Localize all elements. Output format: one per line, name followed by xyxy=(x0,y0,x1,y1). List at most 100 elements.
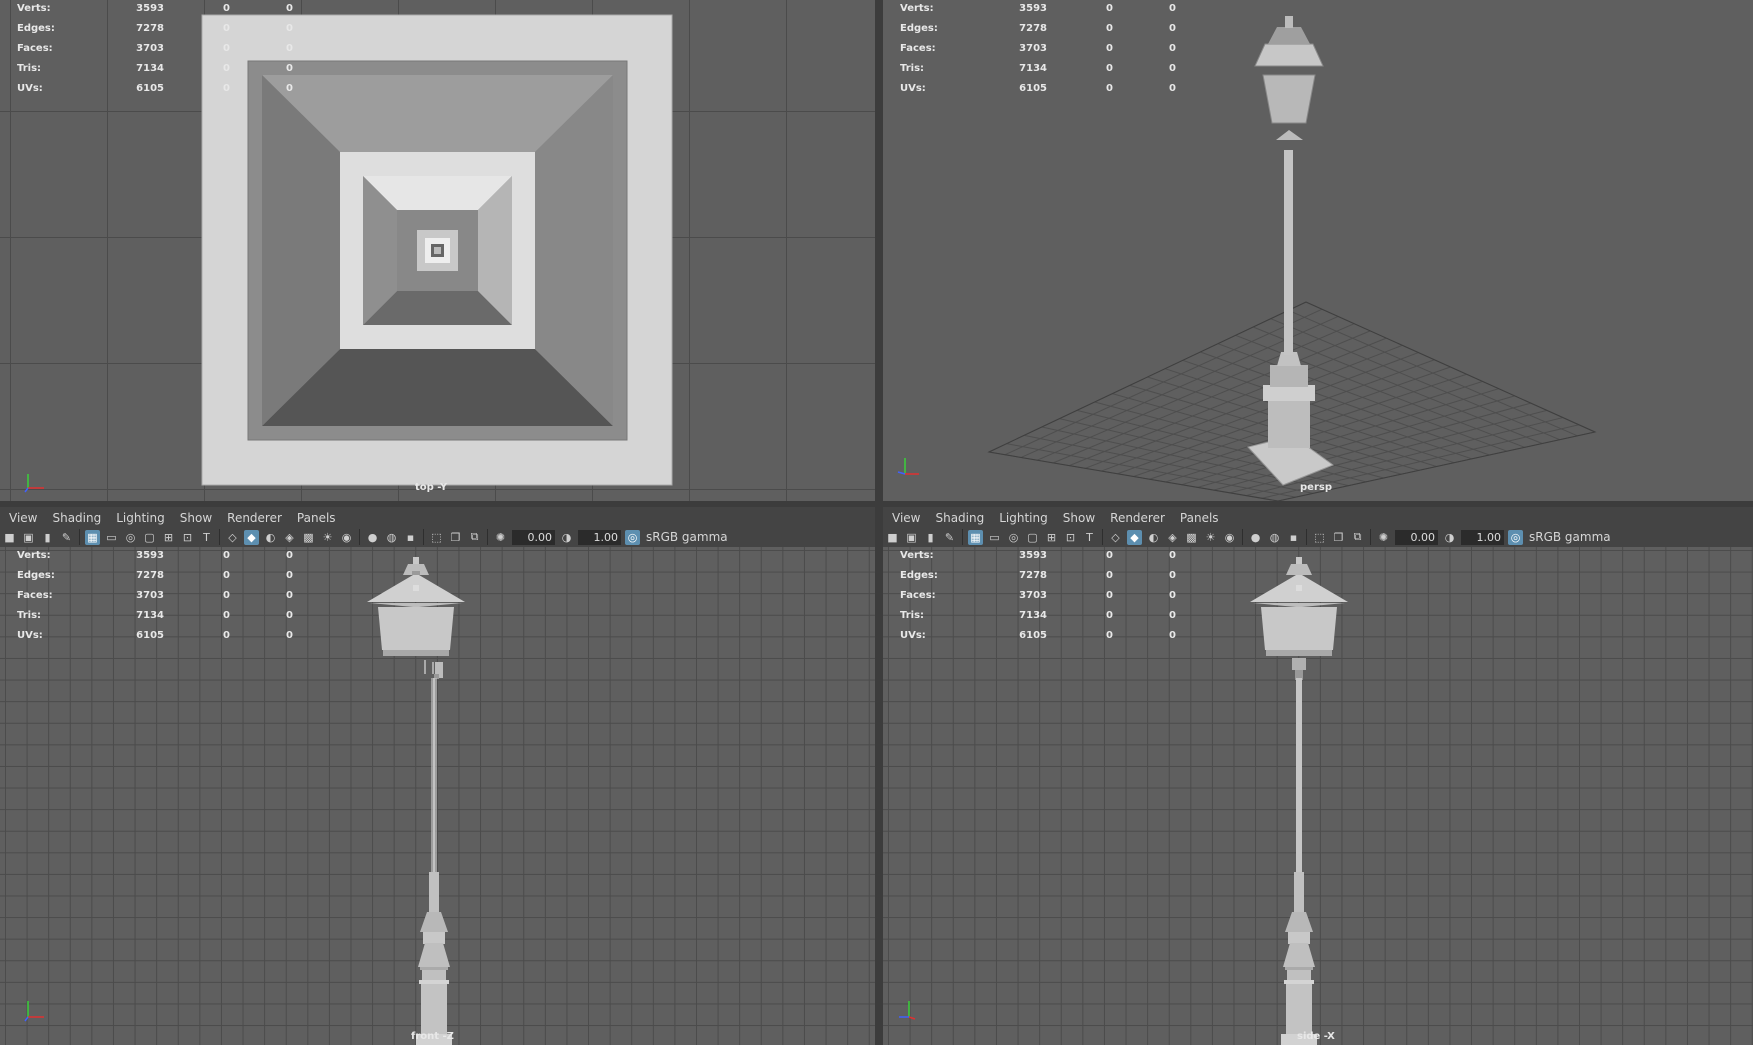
stat-row-edges: Edges: 7278 0 0 xyxy=(17,570,293,581)
stat-row-uvs: UVs: 6105 0 0 xyxy=(17,630,293,641)
menu-view[interactable]: View xyxy=(9,511,37,525)
menu-panels[interactable]: Panels xyxy=(297,511,336,525)
ambient-occlusion-icon[interactable]: ● xyxy=(1248,530,1263,545)
menu-lighting[interactable]: Lighting xyxy=(999,511,1048,525)
stat-row-faces: Faces: 3703 0 0 xyxy=(900,43,1176,54)
grid-icon[interactable]: ▦ xyxy=(85,529,100,545)
bookmark-icon[interactable]: ▮ xyxy=(923,530,938,545)
camera-icon[interactable]: ■ xyxy=(885,530,900,545)
exposure-field[interactable]: 0.00 xyxy=(1395,529,1438,545)
grease-pencil-icon[interactable]: ✎ xyxy=(59,530,74,545)
gate-mask-icon[interactable]: ▢ xyxy=(1025,530,1040,545)
anti-aliasing-icon[interactable]: ▪ xyxy=(403,530,418,545)
color-management-icon[interactable]: ◎ xyxy=(1508,529,1523,545)
xray-joints-icon[interactable]: ⧉ xyxy=(1350,530,1365,545)
isolate-select-icon[interactable]: ⬚ xyxy=(429,530,444,545)
isolate-select-icon[interactable]: ⬚ xyxy=(1312,530,1327,545)
color-management-icon[interactable]: ◎ xyxy=(625,529,640,545)
menu-renderer[interactable]: Renderer xyxy=(227,511,282,525)
gate-mask-icon[interactable]: ▢ xyxy=(142,530,157,545)
gamma-icon[interactable]: ◑ xyxy=(1442,530,1457,545)
menu-show[interactable]: Show xyxy=(180,511,212,525)
lights-icon[interactable]: ☀ xyxy=(1203,530,1218,545)
film-gate-icon[interactable]: ▭ xyxy=(104,530,119,545)
menu-panels[interactable]: Panels xyxy=(1180,511,1219,525)
wireframe-on-shaded-icon[interactable]: ▩ xyxy=(301,530,316,545)
wireframe-icon[interactable]: ◇ xyxy=(225,530,240,545)
anti-aliasing-icon[interactable]: ▪ xyxy=(1286,530,1301,545)
menu-shading[interactable]: Shading xyxy=(935,511,984,525)
resolution-gate-icon[interactable]: ◎ xyxy=(1006,530,1021,545)
wireframe-icon[interactable]: ◇ xyxy=(1108,530,1123,545)
stat-row-verts: Verts: 3593 0 0 xyxy=(900,3,1176,14)
textured-icon[interactable]: ◈ xyxy=(282,530,297,545)
menu-renderer[interactable]: Renderer xyxy=(1110,511,1165,525)
safe-action-icon[interactable]: ⊡ xyxy=(180,530,195,545)
stat-row-edges: Edges: 7278 0 0 xyxy=(900,23,1176,34)
menu-view[interactable]: View xyxy=(892,511,920,525)
stat-row-faces: Faces: 3703 0 0 xyxy=(17,590,293,601)
lights-icon[interactable]: ☀ xyxy=(320,530,335,545)
menu-shading[interactable]: Shading xyxy=(52,511,101,525)
smooth-shade-icon[interactable]: ◆ xyxy=(1127,529,1142,545)
color-space-label[interactable]: sRGB gamma xyxy=(1529,530,1611,544)
menu-show[interactable]: Show xyxy=(1063,511,1095,525)
film-gate-icon[interactable]: ▭ xyxy=(987,530,1002,545)
panel-toolbar-side: ■ ▣ ▮ ✎ ▦ ▭ ◎ ▢ ⊞ ⊡ T ◇ ◆ ◐ ◈ ▩ ☀ ◉ ● ◍ … xyxy=(883,527,1753,547)
wireframe-on-shaded-icon[interactable]: ▩ xyxy=(1184,530,1199,545)
camera-icon[interactable]: ■ xyxy=(2,530,17,545)
field-chart-icon[interactable]: ⊞ xyxy=(1044,530,1059,545)
motion-blur-icon[interactable]: ◍ xyxy=(1267,530,1282,545)
resolution-gate-icon[interactable]: ◎ xyxy=(123,530,138,545)
stat-row-uvs: UVs: 6105 0 0 xyxy=(900,630,1176,641)
axis-gizmo-icon xyxy=(20,995,50,1025)
camera-label: top -Y xyxy=(415,482,448,493)
viewport-side[interactable]: Verts: 3593 0 0 Edges: 7278 0 0 Faces: 3703 0 0 T… xyxy=(883,547,1753,1045)
smooth-shade-icon[interactable]: ◆ xyxy=(244,529,259,545)
camera-attributes-icon[interactable]: ▣ xyxy=(904,530,919,545)
safe-title-icon[interactable]: T xyxy=(199,530,214,545)
exposure-icon[interactable]: ✺ xyxy=(493,530,508,545)
viewport-front[interactable]: Verts: 3593 0 0 Edges: 7278 0 0 Faces: 3703 0 0 T… xyxy=(0,547,875,1045)
shadows-icon[interactable]: ◉ xyxy=(339,530,354,545)
stat-row-faces: Faces: 3703 0 0 xyxy=(17,43,293,54)
viewport-splitter-horizontal[interactable] xyxy=(0,501,1753,507)
axis-gizmo-icon xyxy=(895,452,925,482)
stat-row-tris: Tris: 7134 0 0 xyxy=(17,63,293,74)
gamma-icon[interactable]: ◑ xyxy=(559,530,574,545)
poly-count-hud: Verts: 3593 0 0 Edges: 7278 0 0 Faces: 3703 0 0 T… xyxy=(900,547,1176,646)
viewport-persp[interactable]: Verts: 3593 0 0 Edges: 7278 0 0 Faces: 3703 0 0 T… xyxy=(883,0,1753,501)
panel-menubar-side: View Shading Lighting Show Renderer Pane… xyxy=(883,507,1753,529)
color-space-label[interactable]: sRGB gamma xyxy=(646,530,728,544)
default-material-icon[interactable]: ◐ xyxy=(263,530,278,545)
stat-row-uvs: UVs: 6105 0 0 xyxy=(17,83,293,94)
bookmark-icon[interactable]: ▮ xyxy=(40,530,55,545)
camera-label: side -X xyxy=(1297,1031,1335,1042)
gamma-field[interactable]: 1.00 xyxy=(578,529,621,545)
viewport-top[interactable]: Verts: 3593 0 0 Edges: 7278 0 0 Faces: 3703 0 0 T… xyxy=(0,0,875,501)
safe-title-icon[interactable]: T xyxy=(1082,530,1097,545)
safe-action-icon[interactable]: ⊡ xyxy=(1063,530,1078,545)
viewport-splitter-vertical[interactable] xyxy=(875,0,883,1045)
grid-icon[interactable]: ▦ xyxy=(968,529,983,545)
field-chart-icon[interactable]: ⊞ xyxy=(161,530,176,545)
poly-count-hud: Verts: 3593 0 0 Edges: 7278 0 0 Faces: 3703 0 0 T… xyxy=(900,0,1176,99)
camera-attributes-icon[interactable]: ▣ xyxy=(21,530,36,545)
xray-joints-icon[interactable]: ⧉ xyxy=(467,530,482,545)
ambient-occlusion-icon[interactable]: ● xyxy=(365,530,380,545)
shadows-icon[interactable]: ◉ xyxy=(1222,530,1237,545)
xray-icon[interactable]: ❐ xyxy=(1331,530,1346,545)
stat-row-edges: Edges: 7278 0 0 xyxy=(900,570,1176,581)
exposure-field[interactable]: 0.00 xyxy=(512,529,555,545)
grease-pencil-icon[interactable]: ✎ xyxy=(942,530,957,545)
xray-icon[interactable]: ❐ xyxy=(448,530,463,545)
camera-label: front -Z xyxy=(411,1031,454,1042)
textured-icon[interactable]: ◈ xyxy=(1165,530,1180,545)
gamma-field[interactable]: 1.00 xyxy=(1461,529,1504,545)
stat-row-uvs: UVs: 6105 0 0 xyxy=(900,83,1176,94)
exposure-icon[interactable]: ✺ xyxy=(1376,530,1391,545)
camera-label: persp xyxy=(1300,482,1332,493)
default-material-icon[interactable]: ◐ xyxy=(1146,530,1161,545)
motion-blur-icon[interactable]: ◍ xyxy=(384,530,399,545)
menu-lighting[interactable]: Lighting xyxy=(116,511,165,525)
